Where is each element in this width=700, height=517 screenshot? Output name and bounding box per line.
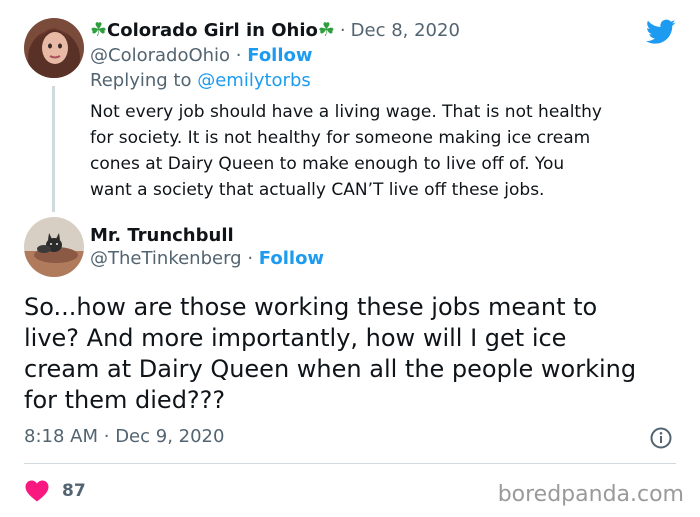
- boredpanda-watermark: boredpanda.com: [497, 482, 684, 507]
- tweet2-timestamp-row: 8:18 AM · Dec 9, 2020: [24, 426, 224, 450]
- tweet2-follow-button[interactable]: Follow: [259, 248, 324, 269]
- tweet2-date[interactable]: Dec 9, 2020: [115, 426, 224, 447]
- thread-line: [52, 86, 55, 212]
- tweet2-handle-row: @TheTinkenberg · Follow: [90, 248, 324, 272]
- twitter-bird-icon[interactable]: [645, 19, 676, 45]
- avatar-colorado-girl[interactable]: [24, 18, 84, 78]
- tweet1-text: Not every job should have a living wage.…: [90, 102, 602, 200]
- tweet2-time[interactable]: 8:18 AM: [24, 426, 98, 447]
- replying-prefix: Replying to: [90, 70, 192, 91]
- replying-to-handle[interactable]: @emilytorbs: [197, 70, 311, 91]
- tweet2-handle[interactable]: @TheTinkenberg: [90, 248, 242, 269]
- separator-dot: ·: [339, 19, 346, 41]
- shamrock-icon: ☘: [317, 19, 335, 41]
- tweet2-text: So...how are those working these jobs me…: [24, 293, 637, 414]
- avatar-mr-trunchbull[interactable]: [24, 217, 84, 277]
- heart-icon[interactable]: [24, 479, 50, 503]
- shamrock-icon: ☘: [90, 19, 108, 41]
- separator-dot: ·: [247, 248, 259, 269]
- divider: [24, 463, 676, 464]
- tweet1-header: ☘ Colorado Girl in Ohio ☘ · Dec 8, 2020: [90, 18, 460, 42]
- tweet1-date[interactable]: Dec 8, 2020: [351, 20, 460, 41]
- tweet2-display-name[interactable]: Mr. Trunchbull: [90, 224, 234, 248]
- tweet1-handle[interactable]: @ColoradoOhio: [90, 45, 230, 66]
- tweet1-handle-row: @ColoradoOhio · Follow: [90, 45, 313, 69]
- tweet1-follow-button[interactable]: Follow: [247, 45, 312, 66]
- tweet1-display-name[interactable]: Colorado Girl in Ohio: [107, 20, 318, 41]
- like-count: 87: [62, 481, 86, 501]
- separator-dot: ·: [103, 426, 116, 447]
- separator-dot: ·: [235, 45, 248, 66]
- info-icon[interactable]: [650, 427, 672, 449]
- tweet1-replying-to: Replying to @emilytorbs: [90, 70, 311, 94]
